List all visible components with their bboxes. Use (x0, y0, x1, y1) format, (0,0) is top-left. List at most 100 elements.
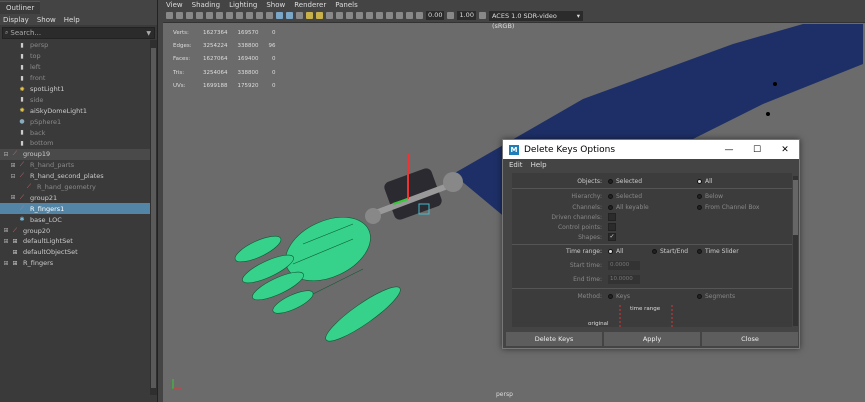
expand-toggle-icon[interactable]: ⊞ (2, 260, 10, 267)
outliner-item[interactable]: ⊞ ⊞ defaultLightSet (0, 236, 150, 247)
outliner-item[interactable]: ⊟ ⟋ R_hand_second_plates (0, 171, 150, 182)
apply-button[interactable]: Apply (604, 332, 700, 346)
method-keys-radio[interactable]: Keys (608, 293, 630, 300)
outliner-menu-help[interactable]: Help (64, 16, 80, 24)
select-camera-icon[interactable] (166, 12, 173, 19)
channels-all-keyable-radio[interactable]: All keyable (608, 204, 649, 211)
expand-toggle-icon[interactable]: ⊞ (9, 194, 17, 201)
start-time-field[interactable]: 0.0000 (608, 261, 640, 270)
screen-space-ao-icon[interactable] (336, 12, 343, 19)
motion-blur-icon[interactable] (346, 12, 353, 19)
chevron-down-icon[interactable]: ▼ (146, 30, 151, 37)
outliner-item[interactable]: ⊞ ⟋ R_hand_parts (0, 160, 150, 171)
expand-toggle-icon[interactable]: ⊞ (2, 227, 10, 234)
outliner-item[interactable]: ⟋ R_fingers1 (0, 203, 150, 215)
outliner-item[interactable]: ⊞ defaultObjectSet (0, 247, 150, 258)
outliner-item[interactable]: ✺ spotLight1 (0, 84, 150, 95)
outliner-scrollbar-thumb[interactable] (151, 48, 156, 388)
outliner-item[interactable]: ⊟ ⟋ group19 (0, 148, 150, 160)
viewport-menu-renderer[interactable]: Renderer (294, 1, 326, 9)
outliner-search-input[interactable]: ⌕ Search... ▼ (2, 27, 155, 39)
objects-all-radio[interactable]: All (697, 178, 712, 185)
safe-title-icon[interactable] (266, 12, 273, 19)
maximize-icon[interactable]: ☐ (743, 145, 771, 155)
film-gate-icon[interactable] (216, 12, 223, 19)
time-range-all-radio[interactable]: All (608, 248, 623, 255)
method-segments-radio[interactable]: Segments (697, 293, 735, 300)
outliner-item[interactable]: ▮ back (0, 127, 150, 138)
grid-icon[interactable] (206, 12, 213, 19)
outliner-item[interactable]: ▮ left (0, 62, 150, 73)
hierarchy-below-radio[interactable]: Below (697, 193, 723, 200)
outliner-menu-display[interactable]: Display (3, 16, 29, 24)
channels-from-channel-box-radio[interactable]: From Channel Box (697, 204, 759, 211)
dialog-menu-help[interactable]: Help (531, 161, 547, 169)
end-time-field[interactable]: 10.0000 (608, 275, 640, 284)
exposure-field[interactable]: 0.00 (426, 11, 445, 20)
viewport-menu-lighting[interactable]: Lighting (229, 1, 257, 9)
multisample-aa-icon[interactable] (356, 12, 363, 19)
outliner-item[interactable]: ▮ persp (0, 40, 150, 51)
outliner-menu-show[interactable]: Show (37, 16, 56, 24)
viewport-menu-shading[interactable]: Shading (192, 1, 220, 9)
expand-toggle-icon[interactable]: ⊟ (9, 173, 17, 180)
dialog-scrollbar[interactable] (793, 176, 798, 326)
image-plane-icon[interactable] (196, 12, 203, 19)
time-range-start-end-radio[interactable]: Start/End (652, 248, 688, 255)
dialog-titlebar[interactable]: M Delete Keys Options — ☐ ✕ (503, 140, 799, 159)
outliner-item[interactable]: ⊞ ⟋ group21 (0, 192, 150, 203)
shadows-icon[interactable] (326, 12, 333, 19)
gamma-icon[interactable] (447, 12, 455, 19)
use-all-lights-icon[interactable] (316, 12, 323, 19)
depth-of-field-icon[interactable] (366, 12, 373, 19)
exposure-icon[interactable] (416, 12, 423, 19)
close-button[interactable]: Close (702, 332, 798, 346)
smooth-shade-icon[interactable] (286, 12, 293, 19)
safe-action-icon[interactable] (256, 12, 263, 19)
outliner-scrollbar[interactable] (150, 40, 157, 395)
gate-mask-icon[interactable] (236, 12, 243, 19)
viewport-menu-panels[interactable]: Panels (335, 1, 358, 9)
viewport-menu-view[interactable]: View (166, 1, 183, 9)
color-management-icon[interactable] (478, 12, 486, 19)
isolate-select-icon[interactable] (376, 12, 383, 19)
resolution-gate-icon[interactable] (226, 12, 233, 19)
expand-toggle-icon[interactable]: ⊞ (9, 162, 17, 169)
objects-selected-radio[interactable]: Selected (608, 178, 642, 185)
time-range-time-slider-radio[interactable]: Time Slider (697, 248, 739, 255)
delete-keys-button[interactable]: Delete Keys (506, 332, 602, 346)
bookmark-icon[interactable] (186, 12, 193, 19)
hierarchy-selected-radio[interactable]: Selected (608, 193, 642, 200)
xray-joints-icon[interactable] (406, 12, 413, 19)
close-icon[interactable]: ✕ (771, 145, 799, 155)
expand-toggle-icon[interactable]: ⊟ (2, 151, 10, 158)
dialog-menu-edit[interactable]: Edit (509, 161, 523, 169)
gamma-field[interactable]: 1.00 (457, 11, 476, 20)
control-points-checkbox[interactable] (608, 223, 616, 231)
shapes-checkbox[interactable]: ✓ (608, 233, 616, 241)
outliner-item[interactable]: ⊞ ⟋ group20 (0, 225, 150, 236)
camera-attributes-icon[interactable] (176, 12, 183, 19)
textured-icon[interactable] (306, 12, 313, 19)
outliner-item[interactable]: ▮ bottom (0, 138, 150, 149)
outliner-item[interactable]: ✺ aiSkyDomeLight1 (0, 105, 150, 116)
colorspace-select[interactable]: ACES 1.0 SDR-video (sRGB) ▾ (488, 10, 583, 30)
minimize-icon[interactable]: — (715, 145, 743, 155)
outliner-item[interactable]: ▮ front (0, 73, 150, 84)
outliner-item[interactable]: ⊞ ⊞ R_fingers (0, 258, 150, 269)
xray-icon[interactable] (386, 12, 393, 19)
outliner-tab[interactable]: Outliner (0, 1, 41, 14)
viewport-menu-show[interactable]: Show (266, 1, 285, 9)
xray-active-icon[interactable] (396, 12, 403, 19)
dialog-scrollbar-thumb[interactable] (793, 180, 798, 235)
outliner-item[interactable]: ✱ base_LOC (0, 214, 150, 225)
wireframe-icon[interactable] (276, 12, 283, 19)
outliner-item[interactable]: ⟋ R_hand_geometry (0, 182, 150, 193)
outliner-item[interactable]: ▮ top (0, 51, 150, 62)
wireframe-on-shaded-icon[interactable] (296, 12, 303, 19)
driven-channels-checkbox[interactable] (608, 213, 616, 221)
outliner-item[interactable]: ● pSphere1 (0, 116, 150, 127)
expand-toggle-icon[interactable]: ⊞ (2, 238, 10, 245)
field-chart-icon[interactable] (246, 12, 253, 19)
outliner-item[interactable]: ▮ side (0, 94, 150, 105)
